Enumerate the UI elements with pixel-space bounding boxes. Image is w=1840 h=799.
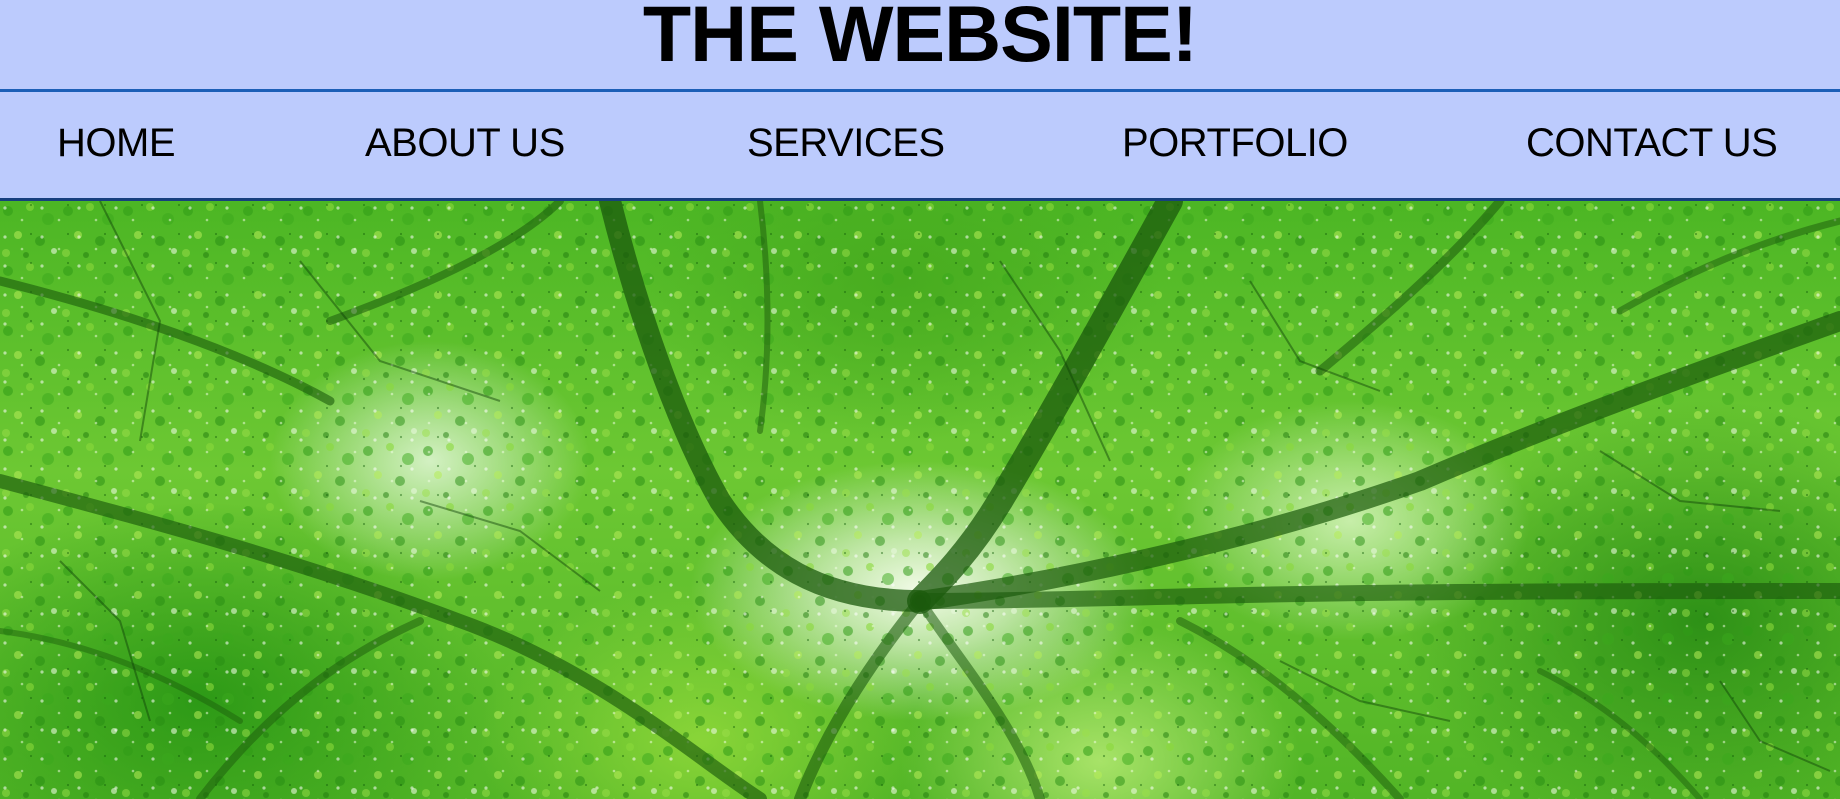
main-navigation: HOME ABOUT US SERVICES PORTFOLIO CONTACT… <box>0 92 1840 201</box>
nav-link-contact-us[interactable]: CONTACT US <box>1526 119 1778 167</box>
site-header: THE WEBSITE! <box>0 0 1840 92</box>
nav-link-portfolio[interactable]: PORTFOLIO <box>1122 119 1348 167</box>
nav-link-about-us[interactable]: ABOUT US <box>365 119 565 167</box>
forest-canopy-illustration <box>0 201 1840 799</box>
hero-forest-canopy-image <box>0 201 1840 799</box>
site-title: THE WEBSITE! <box>642 0 1198 78</box>
nav-link-home[interactable]: HOME <box>57 119 176 167</box>
nav-link-services[interactable]: SERVICES <box>747 119 945 167</box>
